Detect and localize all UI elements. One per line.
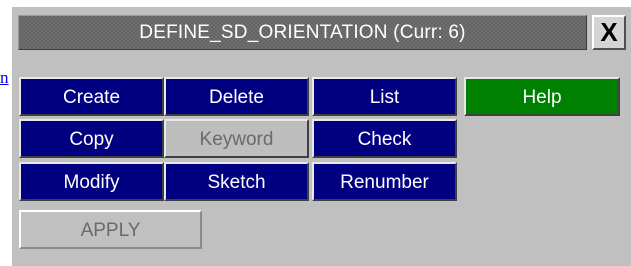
- create-button[interactable]: Create: [19, 77, 164, 116]
- keyword-button: Keyword: [164, 119, 309, 158]
- apply-button[interactable]: APPLY: [19, 210, 202, 249]
- copy-button[interactable]: Copy: [19, 119, 164, 158]
- close-button[interactable]: X: [592, 15, 626, 50]
- list-button[interactable]: List: [312, 77, 457, 116]
- renumber-button[interactable]: Renumber: [312, 162, 457, 201]
- partial-link[interactable]: n: [0, 68, 9, 88]
- close-icon: X: [600, 17, 618, 47]
- help-button[interactable]: Help: [464, 77, 620, 116]
- sketch-button[interactable]: Sketch: [164, 162, 309, 201]
- modify-button[interactable]: Modify: [19, 162, 164, 201]
- define-sd-orientation-panel: DEFINE_SD_ORIENTATION (Curr: 6) X Create…: [12, 7, 631, 266]
- panel-title[interactable]: DEFINE_SD_ORIENTATION (Curr: 6): [18, 15, 587, 50]
- check-button[interactable]: Check: [312, 119, 457, 158]
- delete-button[interactable]: Delete: [164, 77, 309, 116]
